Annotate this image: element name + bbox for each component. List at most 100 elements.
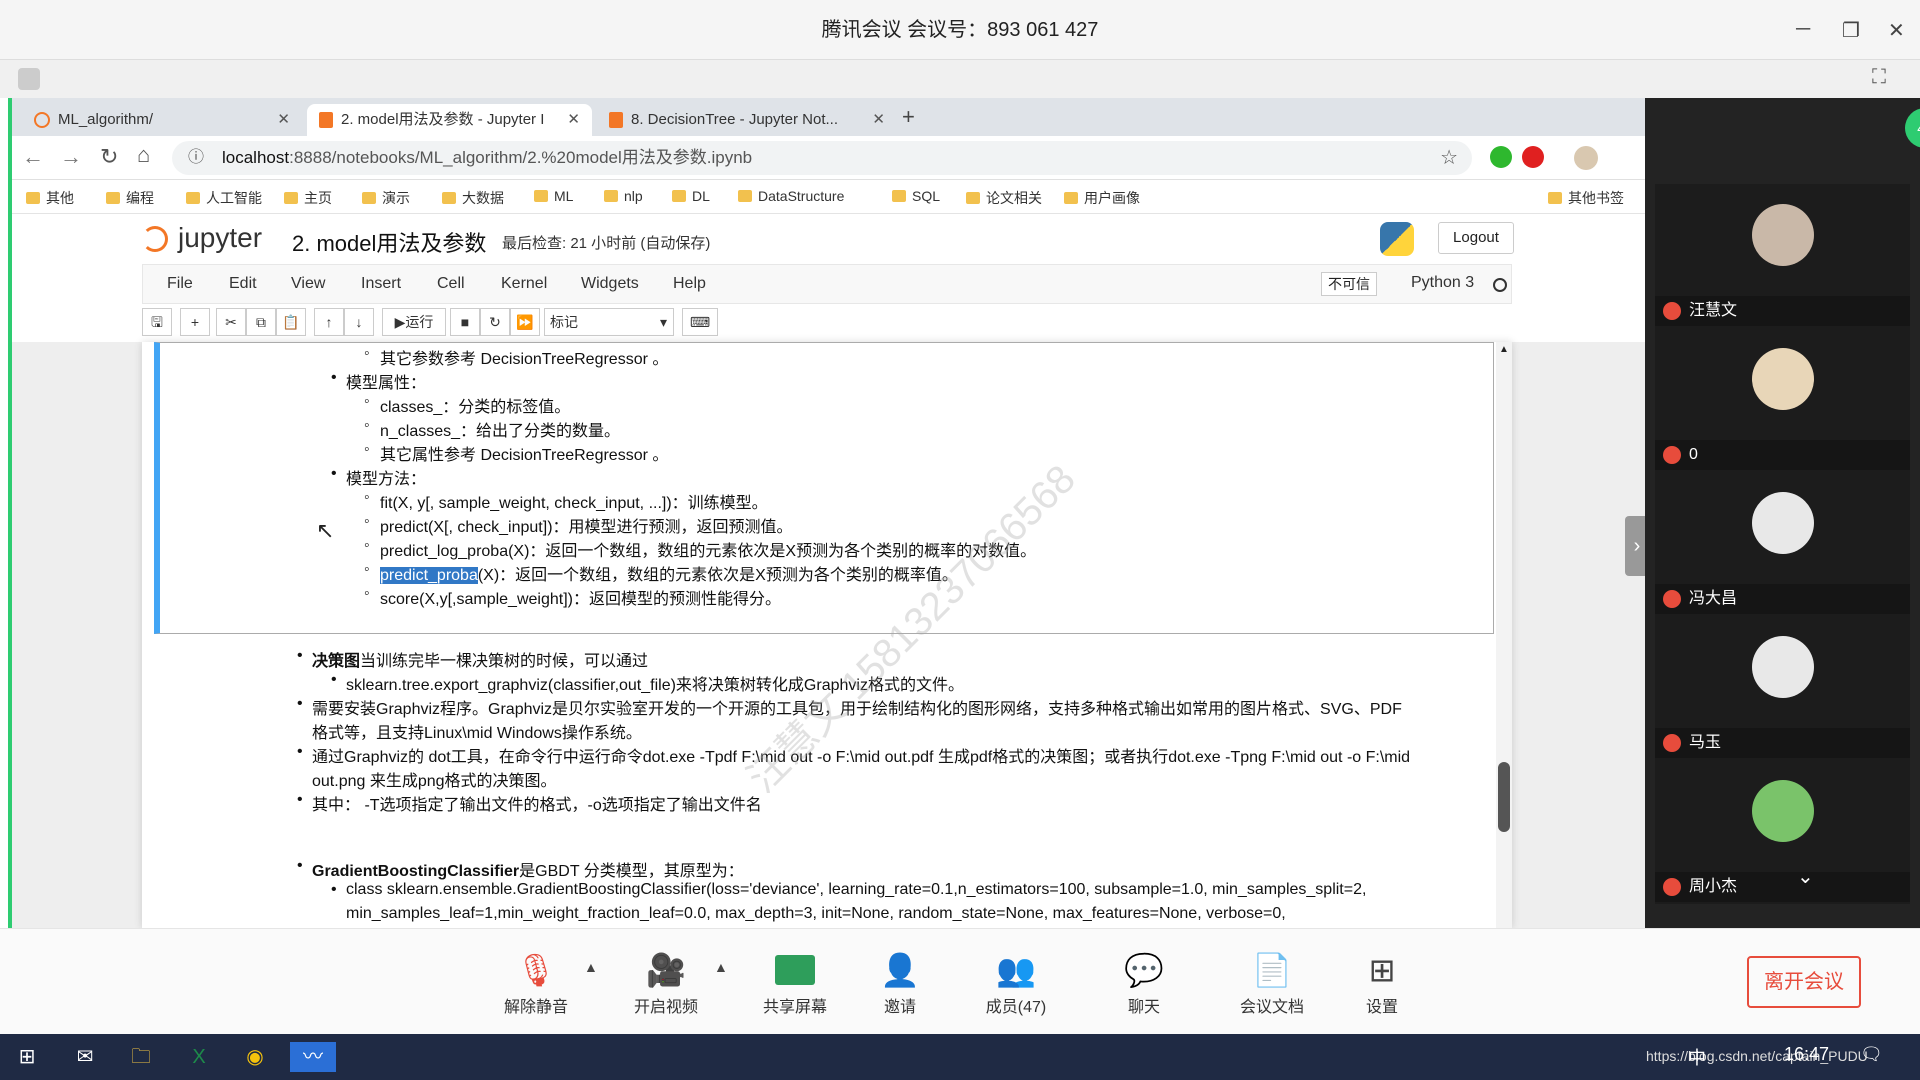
menu-kernel[interactable]: Kernel xyxy=(501,275,547,293)
bookmark-folder[interactable]: DataStructure xyxy=(738,188,844,204)
menu-insert[interactable]: Insert xyxy=(361,275,401,293)
bookmark-folder[interactable]: 用户画像 xyxy=(1064,188,1140,208)
move-down-icon[interactable]: ↓ xyxy=(344,308,374,336)
chevron-down-icon[interactable]: ⌄ xyxy=(1797,864,1814,889)
notebook-container: 其它参数参考 DecisionTreeRegressor 。 模型属性： cla… xyxy=(142,342,1512,928)
meeting-docs-button[interactable]: 📄 会议文档 xyxy=(1222,947,1322,1017)
share-screen-button[interactable]: 共享屏幕 xyxy=(745,947,845,1017)
control-label: 解除静音 xyxy=(503,999,568,1016)
file-explorer-icon[interactable]: 🗀 xyxy=(118,1042,164,1072)
participant-tile[interactable]: 0 xyxy=(1655,328,1910,472)
bookmark-folder[interactable]: SQL xyxy=(892,188,940,204)
bookmark-folder[interactable]: 论文相关 xyxy=(966,188,1042,208)
restore-icon[interactable]: ❐ xyxy=(1842,18,1860,43)
other-bookmarks[interactable]: 其他书签 xyxy=(1548,188,1624,208)
bookmark-folder[interactable]: ML xyxy=(534,188,573,204)
url-input[interactable]: ⓘ localhost:8888/notebooks/ML_algorithm/… xyxy=(172,141,1472,175)
fullscreen-icon[interactable]: ⛶ xyxy=(1872,66,1886,89)
start-video-button[interactable]: 🎥 开启视频 xyxy=(616,947,716,1017)
tab-model-usage[interactable]: 2. model用法及参数 - Jupyter I ✕ xyxy=(307,104,592,136)
insert-cell-icon[interactable]: + xyxy=(180,308,210,336)
keyboard-icon[interactable]: ⌨ xyxy=(682,308,718,336)
bookmark-folder[interactable]: 演示 xyxy=(362,188,410,208)
mail-icon[interactable]: ✉ xyxy=(62,1042,108,1072)
menu-edit[interactable]: Edit xyxy=(229,275,257,293)
windows-start-icon[interactable]: ⊞ xyxy=(4,1042,50,1072)
bookmark-folder[interactable]: nlp xyxy=(604,188,643,204)
jupyter-logo-icon xyxy=(142,226,168,252)
chevron-right-icon[interactable]: › xyxy=(1625,516,1645,576)
caret-up-icon[interactable]: ▲ xyxy=(584,959,598,975)
participant-count-badge[interactable]: 47 xyxy=(1905,108,1920,148)
scroll-thumb[interactable] xyxy=(1498,762,1510,832)
participant-tile[interactable]: 冯大昌 xyxy=(1655,472,1910,616)
excel-icon[interactable]: X xyxy=(176,1042,222,1072)
tab-decisiontree[interactable]: 8. DecisionTree - Jupyter Not... ✕ xyxy=(597,104,897,136)
stop-icon[interactable]: ■ xyxy=(450,308,480,336)
unmute-button[interactable]: 🎙 解除静音 xyxy=(486,947,586,1017)
move-up-icon[interactable]: ↑ xyxy=(314,308,344,336)
list-item: GradientBoostingClassifier是GBDT 分类模型，其原型… xyxy=(297,857,744,881)
settings-button[interactable]: ⊞ 设置 xyxy=(1332,947,1432,1017)
menu-view[interactable]: View xyxy=(291,275,325,293)
bookmark-folder[interactable]: 大数据 xyxy=(442,188,504,208)
folder-icon xyxy=(738,190,752,202)
menu-help[interactable]: Help xyxy=(673,275,706,293)
minimize-icon[interactable]: ─ xyxy=(1796,18,1810,41)
tab-ml-algorithm[interactable]: ML_algorithm/ ✕ xyxy=(22,104,302,136)
copy-icon[interactable]: ⧉ xyxy=(246,308,276,336)
bookmark-star-icon[interactable]: ☆ xyxy=(1440,141,1458,175)
profile-avatar[interactable] xyxy=(1574,146,1598,170)
ime-indicator[interactable]: 中 xyxy=(1688,1044,1706,1070)
shield-icon xyxy=(18,68,40,90)
vertical-scrollbar[interactable]: ▲ xyxy=(1496,342,1512,928)
caret-up-icon[interactable]: ▲ xyxy=(714,959,728,975)
participant-tile[interactable]: 周小杰 ⌄ xyxy=(1655,760,1910,904)
bookmark-folder[interactable]: 主页 xyxy=(284,188,332,208)
close-tab-icon[interactable]: ✕ xyxy=(277,104,290,136)
bookmark-folder[interactable]: 编程 xyxy=(106,188,154,208)
bookmark-folder[interactable]: 人工智能 xyxy=(186,188,262,208)
leave-meeting-button[interactable]: 离开会议 xyxy=(1747,956,1861,1008)
participant-tile[interactable]: 汪慧文 xyxy=(1655,184,1910,328)
close-tab-icon[interactable]: ✕ xyxy=(567,104,580,136)
trust-indicator[interactable]: 不可信 xyxy=(1321,272,1377,296)
evernote-extension-icon[interactable] xyxy=(1490,146,1512,168)
back-icon[interactable]: ← xyxy=(22,144,44,170)
scroll-up-icon[interactable]: ▲ xyxy=(1499,344,1509,355)
menu-file[interactable]: File xyxy=(167,275,193,293)
cut-icon[interactable]: ✂ xyxy=(216,308,246,336)
clock[interactable]: 16:47 xyxy=(1784,1044,1829,1065)
participant-tile[interactable]: 马玉 xyxy=(1655,616,1910,760)
invite-button[interactable]: 👤 邀请 xyxy=(850,947,950,1017)
notebook-name[interactable]: 2. model用法及参数 xyxy=(292,226,486,258)
notification-icon[interactable]: 🗨 xyxy=(1860,1044,1883,1065)
tencent-meeting-icon[interactable]: 〰 xyxy=(290,1042,336,1072)
cell-type-select[interactable]: 标记 ▾ xyxy=(544,308,674,336)
reload-icon[interactable]: ↻ xyxy=(100,144,118,170)
home-icon[interactable]: ⌂ xyxy=(137,142,150,168)
run-button[interactable]: ▶︎运行 xyxy=(382,308,446,336)
restart-icon[interactable]: ↻ xyxy=(480,308,510,336)
bookmark-folder[interactable]: DL xyxy=(672,188,710,204)
fast-forward-icon[interactable]: ⏩ xyxy=(510,308,540,336)
menu-cell[interactable]: Cell xyxy=(437,275,465,293)
adblock-extension-icon[interactable] xyxy=(1522,146,1544,168)
menu-widgets[interactable]: Widgets xyxy=(581,275,639,293)
jupyter-wordmark[interactable]: jupyter xyxy=(178,222,262,254)
members-button[interactable]: 👥 成员(47) xyxy=(966,947,1066,1017)
paste-icon[interactable]: 📋 xyxy=(276,308,306,336)
close-tab-icon[interactable]: ✕ xyxy=(872,104,885,136)
new-tab-icon[interactable]: + xyxy=(902,104,915,130)
forward-icon[interactable]: → xyxy=(60,144,82,170)
chrome-icon[interactable]: ◉ xyxy=(232,1042,278,1072)
chat-button[interactable]: 💬 聊天 xyxy=(1094,947,1194,1017)
logout-button[interactable]: Logout xyxy=(1438,222,1514,254)
save-icon[interactable]: 🖫 xyxy=(142,308,172,336)
markdown-cell-selected[interactable]: 其它参数参考 DecisionTreeRegressor 。 模型属性： cla… xyxy=(154,342,1494,634)
bookmark-folder[interactable]: 其他 xyxy=(26,188,74,208)
tab-label: 2. model用法及参数 - Jupyter I xyxy=(341,111,545,128)
info-icon[interactable]: ⓘ xyxy=(188,141,204,175)
close-icon[interactable]: ✕ xyxy=(1888,18,1905,43)
share-screen-shape xyxy=(775,955,815,985)
